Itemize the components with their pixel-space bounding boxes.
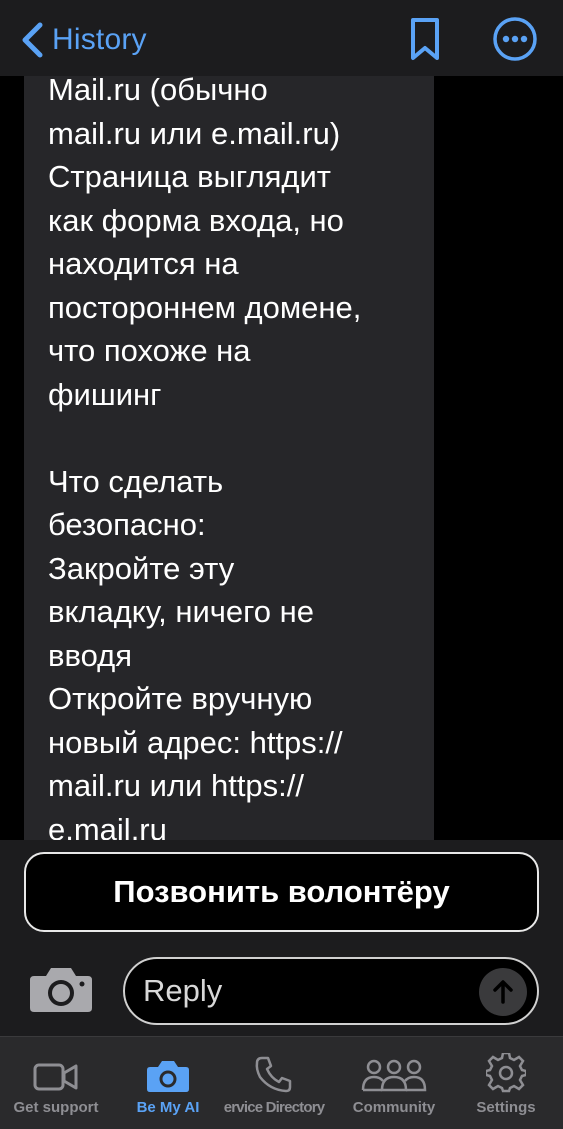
back-button[interactable]: History bbox=[12, 18, 147, 62]
bookmark-icon[interactable] bbox=[405, 14, 445, 64]
chevron-left-icon bbox=[12, 18, 52, 62]
camera-icon[interactable] bbox=[28, 964, 94, 1014]
tab-label: ervice Directory bbox=[223, 1099, 325, 1116]
chat-area[interactable]: Mail.ru (обычно mail.ru или e.mail.ru) С… bbox=[0, 76, 563, 840]
nav-header: History bbox=[0, 0, 563, 76]
tab-be-my-ai[interactable]: Be My AI bbox=[112, 1037, 224, 1129]
tab-label: Settings bbox=[476, 1099, 536, 1116]
more-icon[interactable] bbox=[490, 14, 540, 64]
tab-bar: Get support Be My AI ervice Directory Co… bbox=[0, 1036, 563, 1129]
tab-service-directory[interactable]: ervice Directory bbox=[223, 1037, 325, 1129]
phone-icon bbox=[254, 1037, 294, 1093]
camera-icon bbox=[145, 1037, 191, 1093]
tab-community[interactable]: Community bbox=[336, 1037, 452, 1129]
call-volunteer-button[interactable]: Позвонить волонтёру bbox=[24, 852, 539, 932]
message-bubble: Mail.ru (обычно mail.ru или e.mail.ru) С… bbox=[24, 76, 434, 840]
back-label: History bbox=[52, 23, 147, 56]
tab-get-support[interactable]: Get support bbox=[0, 1037, 112, 1129]
reply-field[interactable] bbox=[123, 957, 539, 1025]
send-button[interactable] bbox=[479, 968, 527, 1016]
video-icon bbox=[33, 1037, 79, 1093]
message-text: Mail.ru (обычно mail.ru или e.mail.ru) С… bbox=[48, 76, 362, 840]
composer-area: Позвонить волонтёру bbox=[0, 840, 563, 1036]
tab-label: Community bbox=[352, 1099, 436, 1116]
tab-settings[interactable]: Settings bbox=[452, 1037, 560, 1129]
gear-icon bbox=[486, 1037, 526, 1093]
reply-input[interactable] bbox=[143, 967, 473, 1015]
tab-label: Be My AI bbox=[136, 1099, 200, 1116]
people-icon bbox=[360, 1037, 428, 1093]
arrow-up-icon bbox=[493, 980, 513, 1004]
tab-label: Get support bbox=[13, 1099, 99, 1116]
